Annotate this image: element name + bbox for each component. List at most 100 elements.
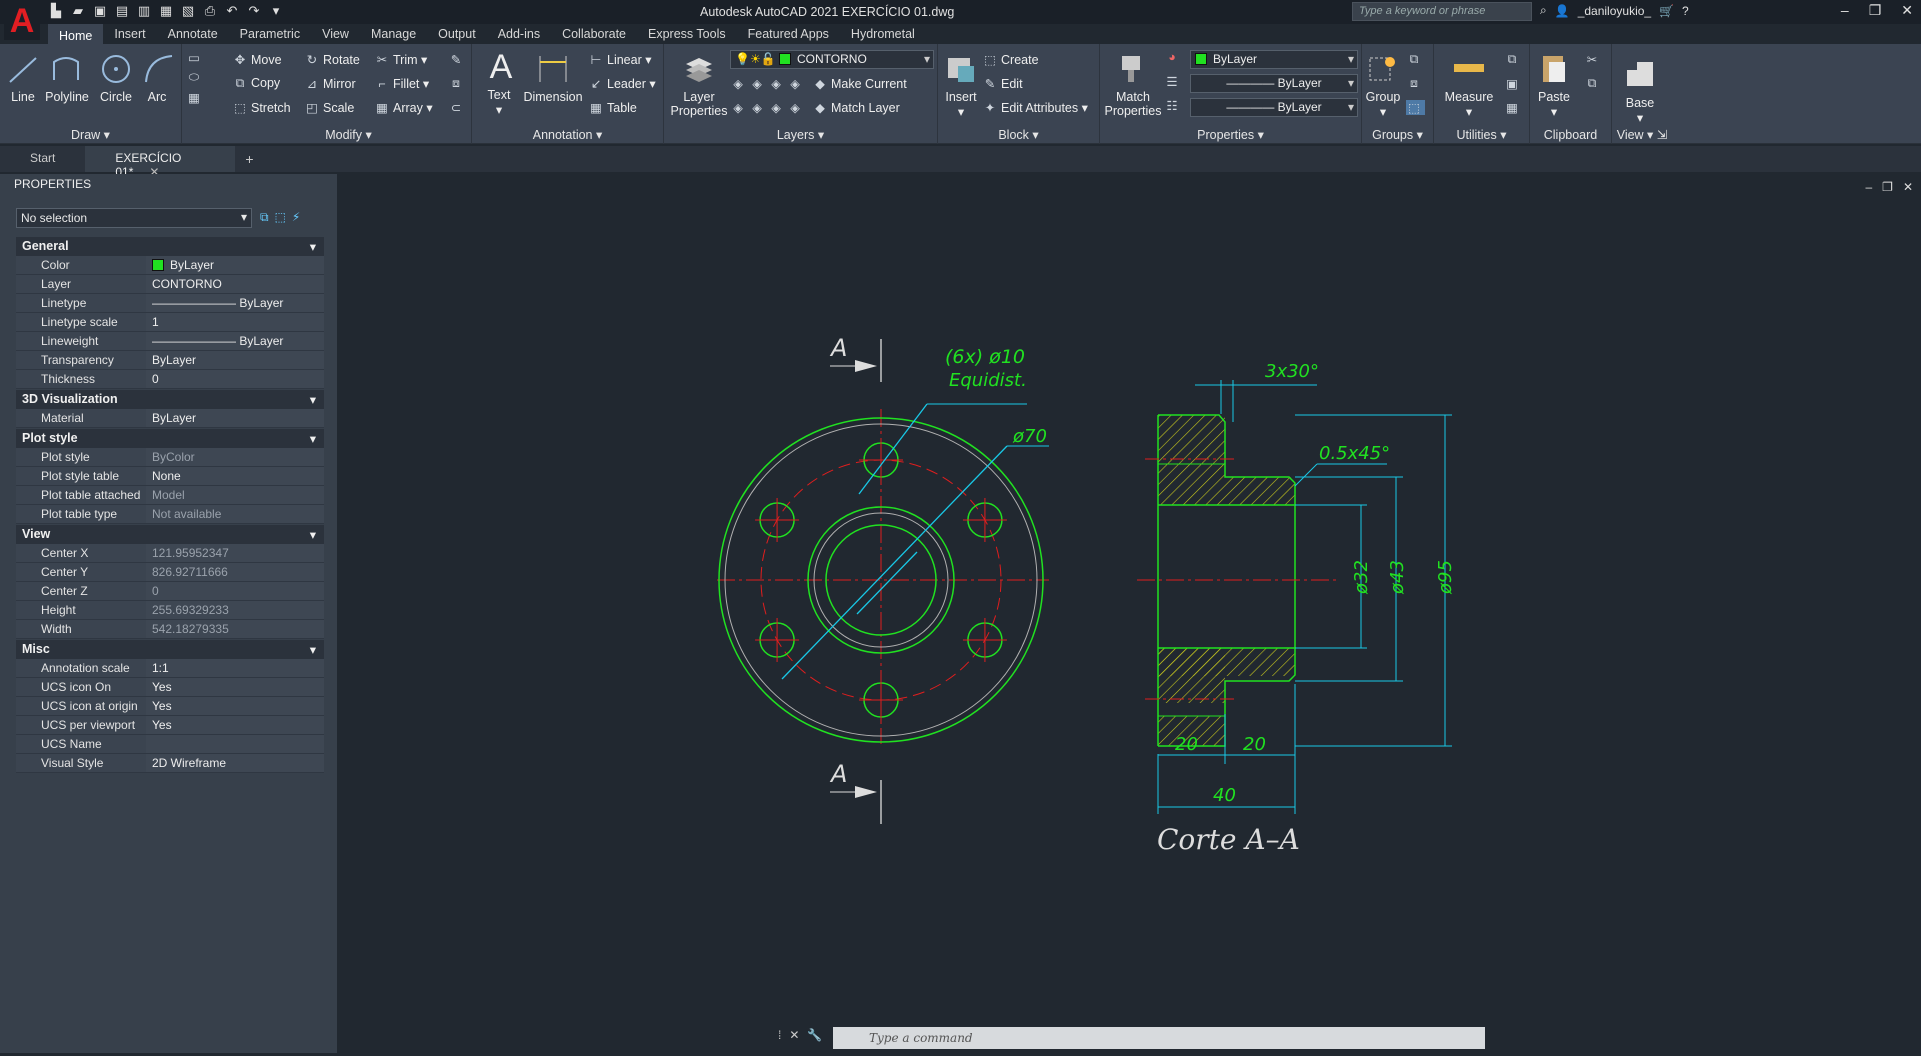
property-value[interactable]: 121.95952347 [146, 544, 324, 562]
tab-output[interactable]: Output [427, 24, 487, 44]
property-row[interactable]: UCS per viewport Yes [16, 716, 324, 735]
print-icon[interactable]: ⎙ [202, 3, 218, 19]
property-value[interactable]: Yes [146, 678, 324, 696]
property-value[interactable]: 542.18279335 [146, 620, 324, 638]
property-row[interactable]: Lineweight ——————— ByLayer [16, 332, 324, 351]
tab-annotate[interactable]: Annotate [157, 24, 229, 44]
layers-panel-title[interactable]: Layers ▾ [664, 127, 937, 142]
groups-panel-title[interactable]: Groups ▾ [1362, 127, 1433, 142]
property-row[interactable]: Center Y 826.92711666 [16, 563, 324, 582]
property-row[interactable]: Annotation scale 1:1 [16, 659, 324, 678]
property-row[interactable]: Linetype scale 1 [16, 313, 324, 332]
edit-attributes-button[interactable]: ✦ Edit Attributes ▾ [982, 100, 1088, 115]
linear-button[interactable]: ⊢ Linear ▾ [588, 52, 652, 67]
redo-icon[interactable]: ↷ [246, 3, 262, 19]
match-layer-button[interactable]: ◆ Match Layer [812, 100, 900, 115]
arc-button[interactable]: Arc [142, 52, 173, 104]
rotate-button[interactable]: ↻ Rotate [304, 52, 360, 67]
paste-button[interactable]: Paste ▾ [1534, 52, 1574, 119]
category-general[interactable]: General [16, 237, 324, 256]
qat-menu-icon[interactable]: ▾ [268, 3, 284, 19]
draw-panel-title[interactable]: Draw ▾ [0, 127, 181, 142]
layer-dropdown[interactable]: 💡☀🔓 CONTORNO [730, 50, 934, 69]
copy-button[interactable]: ⧉ Copy [232, 76, 281, 91]
edit-block-button[interactable]: ✎ Edit [982, 76, 1023, 91]
dimension-button[interactable]: Dimension [522, 52, 584, 104]
color-wheel-icon[interactable]: ◕ [1164, 50, 1183, 64]
make-current-button[interactable]: ◆ Make Current [812, 76, 907, 91]
command-input[interactable]: Type a command [833, 1027, 1485, 1049]
layer-properties-button[interactable]: Layer Properties [668, 52, 730, 118]
select-all-icon[interactable]: ▣ [1504, 76, 1523, 91]
property-row[interactable]: Transparency ByLayer [16, 351, 324, 370]
property-value[interactable]: CONTORNO [146, 275, 324, 293]
property-row[interactable]: Material ByLayer [16, 409, 324, 428]
tab-add-ins[interactable]: Add-ins [487, 24, 551, 44]
viewport-restore-icon[interactable]: ❐ [1882, 180, 1893, 194]
property-value[interactable]: Yes [146, 697, 324, 715]
property-row[interactable]: Plot table type Not available [16, 505, 324, 524]
group-select-icon[interactable]: ⬚ [1406, 100, 1425, 115]
tab-home[interactable]: Home [48, 24, 104, 44]
layer-tools-row2[interactable]: ◈ ◈ ◈ ◈ [730, 100, 806, 115]
tab-view[interactable]: View [311, 24, 360, 44]
property-value[interactable]: ByLayer [146, 409, 324, 427]
cut-icon[interactable]: ✂ [1584, 52, 1603, 67]
active-drawing-tab[interactable]: EXERCÍCIO 01* ✕ [85, 146, 236, 179]
property-row[interactable]: Thickness 0 [16, 370, 324, 389]
property-row[interactable]: Plot table attached to Model [16, 486, 324, 516]
minimize-icon[interactable]: – [1841, 2, 1849, 19]
property-row[interactable]: Height 255.69329233 [16, 601, 324, 620]
group-edit-icon[interactable]: ⧈ [1406, 76, 1425, 91]
property-value[interactable] [146, 735, 324, 753]
app-logo[interactable]: A [4, 2, 40, 40]
property-value[interactable]: 1 [146, 313, 324, 331]
command-grip-icon[interactable]: ⁞ [778, 1028, 781, 1042]
property-row[interactable]: UCS Name [16, 735, 324, 754]
rectangle-icon[interactable]: ▭ [186, 50, 205, 65]
property-value[interactable]: Model [146, 486, 324, 504]
user-icon[interactable]: 👤 [1555, 4, 1570, 18]
tab-hydrometal[interactable]: Hydrometal [840, 24, 926, 44]
view-panel-title[interactable]: View ▾ ⇲ [1612, 127, 1672, 142]
trim-button[interactable]: ✂ Trim ▾ [374, 52, 428, 67]
match-properties-button[interactable]: Match Properties [1102, 52, 1164, 118]
utilities-panel-title[interactable]: Utilities ▾ [1434, 127, 1529, 142]
undo-icon[interactable]: ↶ [224, 3, 240, 19]
properties-panel-title[interactable]: Properties ▾ [1100, 127, 1361, 142]
insert-button[interactable]: Insert ▾ [942, 52, 980, 119]
move-button[interactable]: ✥ Move [232, 52, 282, 67]
ungroup-icon[interactable]: ⧉ [1406, 52, 1425, 67]
property-row[interactable]: Width 542.18279335 [16, 620, 324, 639]
viewport-minimize-icon[interactable]: – [1865, 180, 1872, 194]
hatch-icon[interactable]: ⬭ [186, 70, 205, 85]
property-value[interactable]: 0 [146, 582, 324, 600]
search-icon[interactable]: ⌕ [1540, 3, 1547, 18]
tab-manage[interactable]: Manage [360, 24, 427, 44]
block-panel-title[interactable]: Block ▾ [938, 127, 1099, 142]
property-value[interactable]: None [146, 467, 324, 485]
select-objects-icon[interactable]: ⬚ [275, 210, 286, 225]
tab-express-tools[interactable]: Express Tools [637, 24, 737, 44]
color-dropdown[interactable]: ByLayer [1190, 50, 1358, 69]
save-web-icon[interactable]: ▦ [158, 3, 174, 19]
property-row[interactable]: Plot style table None [16, 467, 324, 486]
property-value[interactable]: 2D Wireframe [146, 754, 324, 772]
viewport-close-icon[interactable]: ✕ [1903, 180, 1913, 194]
property-row[interactable]: Center X 121.95952347 [16, 544, 324, 563]
new-tab-icon[interactable]: + [235, 147, 263, 171]
erase-icon[interactable]: ✎ [448, 52, 467, 67]
open-icon[interactable]: ▰ [70, 3, 86, 19]
tab-parametric[interactable]: Parametric [229, 24, 311, 44]
property-value[interactable]: 0 [146, 370, 324, 388]
selection-dropdown[interactable]: No selection [16, 208, 252, 228]
line-button[interactable]: Line [6, 52, 40, 104]
quick-select-palette-icon[interactable]: ⚡ [292, 210, 300, 225]
table-button[interactable]: ▦ Table [588, 100, 637, 115]
property-value[interactable]: ByLayer [146, 256, 324, 274]
scale-button[interactable]: ◰ Scale [304, 100, 354, 115]
property-value[interactable]: 826.92711666 [146, 563, 324, 581]
array-button[interactable]: ▦ Array ▾ [374, 100, 433, 115]
region-icon[interactable]: ▦ [186, 90, 205, 105]
drawing-svg[interactable]: (6x) ø10 Equidist. ø70 A A ø95 ø43 ø32 3… [337, 174, 1921, 1053]
